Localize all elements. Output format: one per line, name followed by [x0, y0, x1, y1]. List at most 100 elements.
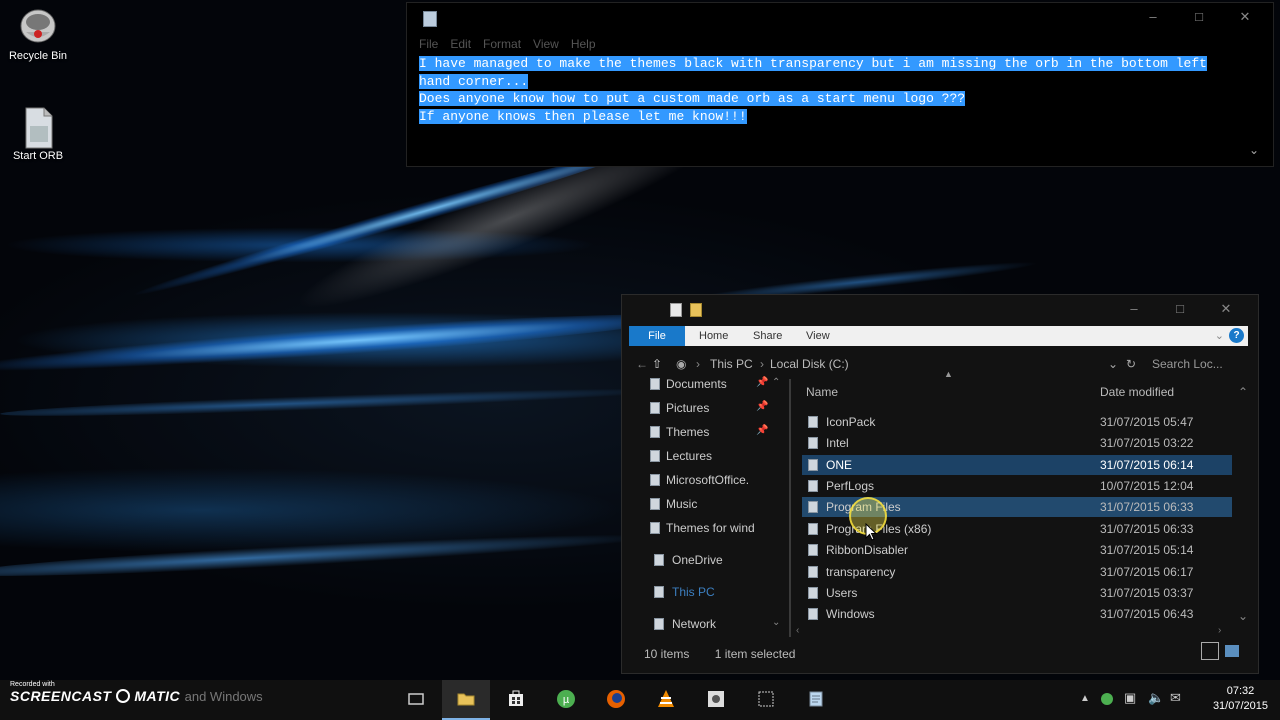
record-icon — [115, 689, 130, 703]
notifications-icon[interactable]: ✉ — [1170, 690, 1181, 706]
task-view-button[interactable] — [392, 680, 440, 720]
taskbar-settings[interactable] — [692, 680, 740, 720]
up-arrow-icon[interactable]: ⇧ — [652, 357, 662, 371]
notepad-icon — [423, 11, 437, 27]
taskbar-utorrent[interactable]: µ — [542, 680, 590, 720]
refresh-icon[interactable]: ↻ — [1126, 357, 1136, 371]
table-row[interactable]: Intel 31/07/2015 03:22 — [802, 433, 1232, 453]
folder-icon — [808, 523, 818, 535]
minimize-icon[interactable]: – — [1124, 301, 1144, 316]
nav-label: Network — [672, 617, 717, 631]
utorrent-tray-icon[interactable] — [1100, 692, 1114, 706]
file-date: 31/07/2015 06:33 — [1100, 522, 1194, 536]
large-icons-view-icon[interactable] — [1225, 645, 1239, 657]
chevron-up-icon[interactable]: ▲ — [1080, 693, 1090, 704]
notepad-menubar: File Edit Format View Help — [407, 33, 1273, 55]
taskbar-blank-app[interactable] — [742, 680, 790, 720]
scroll-down-icon[interactable]: ⌄ — [1238, 609, 1248, 623]
notepad-titlebar[interactable]: – □ ✕ — [407, 3, 1273, 33]
pin-icon[interactable]: 📌 — [756, 401, 768, 412]
nav-item-network[interactable]: Network — [654, 613, 717, 635]
menu-edit[interactable]: Edit — [450, 37, 471, 51]
nav-item-microsoftoffice[interactable]: MicrosoftOffice. — [650, 469, 749, 491]
table-row[interactable]: Windows 31/07/2015 06:43 — [802, 604, 1232, 624]
help-icon[interactable]: ? — [1229, 328, 1244, 343]
pin-icon[interactable]: 📌 — [756, 377, 768, 388]
desktop-icon-start-orb[interactable]: Start ORB — [0, 106, 76, 162]
taskbar-clock[interactable]: 07:32 31/07/2015 — [1213, 684, 1268, 714]
maximize-icon[interactable]: □ — [1170, 301, 1190, 316]
taskbar-vlc[interactable] — [642, 680, 690, 720]
taskbar-store[interactable] — [492, 680, 540, 720]
nav-item-onedrive[interactable]: OneDrive — [654, 549, 723, 571]
chevron-down-icon[interactable]: ⌄ — [1215, 326, 1224, 346]
back-arrow-icon[interactable]: ← — [636, 357, 648, 371]
nav-item-themes-for-wind[interactable]: Themes for wind — [650, 517, 755, 539]
menu-format[interactable]: Format — [483, 37, 521, 51]
scroll-right-icon[interactable]: › — [1218, 625, 1221, 636]
nav-item-lectures[interactable]: Lectures — [650, 445, 712, 467]
table-row[interactable]: Users 31/07/2015 03:37 — [802, 583, 1232, 603]
ribbon: File Home Share View ⌄ ? — [629, 326, 1248, 346]
scroll-down-icon[interactable]: ⌄ — [1249, 143, 1259, 157]
table-row[interactable]: PerfLogs 10/07/2015 12:04 — [802, 476, 1232, 496]
text-line: hand corner... — [419, 73, 529, 89]
column-header-name[interactable]: Name — [806, 385, 838, 399]
nav-item-this-pc[interactable]: This PC — [654, 581, 715, 603]
desktop-icon-recycle-bin[interactable]: Recycle Bin — [0, 6, 76, 62]
close-icon[interactable]: ✕ — [1216, 301, 1236, 317]
tab-file[interactable]: File — [629, 326, 685, 346]
pane-splitter[interactable] — [789, 379, 791, 637]
volume-icon[interactable]: 🔈 — [1148, 690, 1164, 706]
table-row[interactable]: ONE 31/07/2015 06:14 — [802, 455, 1232, 475]
tab-share[interactable]: Share — [753, 326, 782, 346]
nav-item-themes[interactable]: Themes — [650, 421, 709, 443]
watermark-brand-2: MATIC — [134, 688, 181, 704]
breadcrumb-this-pc[interactable]: This PC — [710, 357, 753, 371]
scroll-up-icon[interactable]: ⌃ — [1238, 385, 1248, 399]
tab-view[interactable]: View — [806, 326, 830, 346]
new-folder-icon[interactable] — [690, 303, 702, 317]
details-view-icon[interactable] — [1201, 642, 1219, 660]
folder-icon — [650, 378, 660, 390]
nav-item-music[interactable]: Music — [650, 493, 697, 515]
file-icon — [18, 106, 58, 149]
notepad-icon — [809, 691, 823, 707]
watermark-extra: and Windows — [184, 689, 263, 704]
tab-home[interactable]: Home — [699, 326, 728, 346]
network-icon[interactable]: ▣ — [1124, 690, 1136, 706]
menu-file[interactable]: File — [419, 37, 438, 51]
maximize-icon[interactable]: □ — [1189, 9, 1209, 24]
scroll-up-icon[interactable]: ⌃ — [772, 377, 780, 388]
window-icon — [758, 691, 774, 707]
taskbar-firefox[interactable] — [592, 680, 640, 720]
table-row[interactable]: IconPack 31/07/2015 05:47 — [802, 412, 1232, 432]
folder-icon — [650, 498, 660, 510]
scroll-left-icon[interactable]: ‹ — [796, 625, 799, 636]
minimize-icon[interactable]: – — [1143, 9, 1163, 24]
menu-view[interactable]: View — [533, 37, 559, 51]
table-row[interactable]: RibbonDisabler 31/07/2015 05:14 — [802, 540, 1232, 560]
properties-icon[interactable] — [670, 303, 682, 317]
pin-icon[interactable]: 📌 — [756, 425, 768, 436]
file-date: 31/07/2015 05:14 — [1100, 543, 1194, 557]
taskbar-file-explorer[interactable] — [442, 680, 490, 720]
column-header-date[interactable]: Date modified — [1100, 385, 1174, 399]
breadcrumb-local-disk[interactable]: Local Disk (C:) — [770, 357, 849, 371]
taskbar-notepad[interactable] — [792, 680, 840, 720]
file-explorer-window: – □ ✕ File Home Share View ⌄ ? ← ⇧ ◉ › T… — [621, 294, 1259, 674]
chevron-down-icon[interactable]: ⌄ — [1108, 357, 1118, 371]
search-input[interactable]: Search Loc... — [1152, 357, 1223, 371]
menu-help[interactable]: Help — [571, 37, 596, 51]
scroll-down-icon[interactable]: ⌄ — [772, 617, 780, 628]
folder-icon — [808, 459, 818, 471]
nav-item-pictures[interactable]: Pictures — [650, 397, 709, 419]
close-icon[interactable]: ✕ — [1235, 9, 1255, 25]
notepad-text-area[interactable]: I have managed to make the themes black … — [419, 55, 1249, 125]
explorer-titlebar[interactable]: – □ ✕ — [622, 295, 1258, 323]
folder-icon — [457, 693, 475, 706]
recycle-bin-icon — [18, 6, 58, 46]
clock-time: 07:32 — [1226, 685, 1255, 697]
nav-item-documents[interactable]: Documents — [650, 373, 727, 395]
table-row[interactable]: transparency 31/07/2015 06:17 — [802, 562, 1232, 582]
